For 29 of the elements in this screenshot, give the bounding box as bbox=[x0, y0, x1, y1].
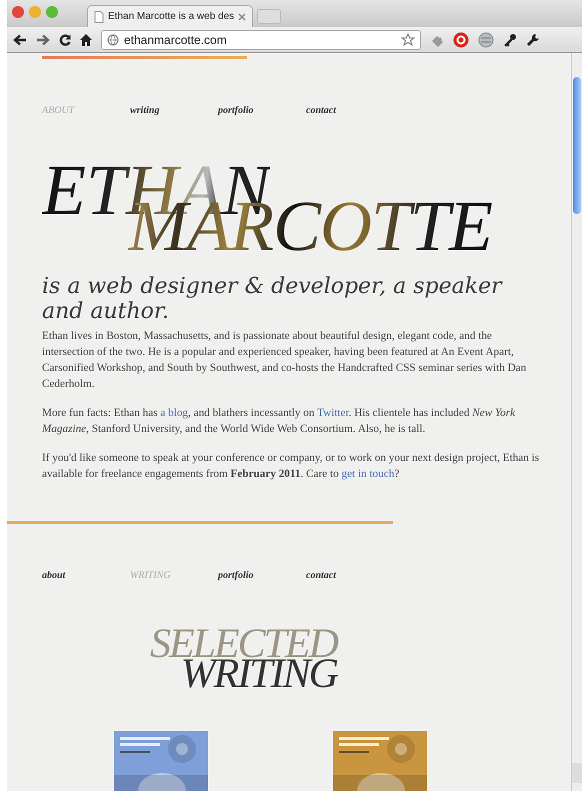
key-icon[interactable] bbox=[503, 32, 517, 47]
nav-link[interactable]: contact bbox=[306, 105, 394, 116]
paragraph: If you'd like someone to speak at your conference or company, or to work on your next design project, Ethan is available for freelance engagements from February 2011. Care to get in touch? bbox=[42, 451, 540, 482]
nav-link[interactable]: contact bbox=[306, 570, 394, 581]
text-link[interactable]: Twitter bbox=[317, 407, 349, 419]
stop-sign-icon[interactable] bbox=[453, 32, 469, 48]
star-icon[interactable] bbox=[401, 32, 415, 47]
browser-tab[interactable]: Ethan Marcotte is a web des bbox=[87, 5, 253, 28]
back-icon[interactable] bbox=[13, 34, 27, 46]
text-link[interactable]: a blog bbox=[160, 407, 188, 419]
nav-link[interactable]: about bbox=[42, 570, 130, 581]
nav-link[interactable]: writing bbox=[130, 105, 218, 116]
wrench-icon[interactable] bbox=[526, 32, 540, 47]
paragraph: Ethan lives in Boston, Massachusetts, and is passionate about beautiful design, elegant code, and the intersection of the two. He is a popular and experienced speaker, having been featured at An Event Apart, Carsonified Workshop, and South by Southwest, and co-hosts the Handcrafted CSS seminar series with Dan Cederholm. bbox=[42, 329, 528, 392]
reload-icon[interactable] bbox=[59, 34, 71, 46]
tagline: is a web designer & developer, a speaker and author. bbox=[42, 274, 504, 324]
page-icon bbox=[94, 10, 104, 23]
paragraph: More fun facts: Ethan has a blog, and blathers incessantly on Twitter. His clientele has included New York Magazine, Stanford University, and the World Wide Web Consortium. Also, he is tall. bbox=[42, 406, 516, 437]
scrollbar[interactable] bbox=[571, 53, 582, 791]
close-icon[interactable] bbox=[238, 12, 246, 21]
globe-icon[interactable] bbox=[478, 32, 494, 48]
nav-link[interactable]: portfolio bbox=[218, 105, 306, 116]
home-icon[interactable] bbox=[80, 34, 92, 46]
text-link[interactable]: get in touch bbox=[341, 468, 394, 480]
address-bar[interactable]: ethanmarcotte.com bbox=[101, 30, 421, 50]
forward-icon[interactable] bbox=[36, 34, 50, 46]
nav-link[interactable]: portfolio bbox=[218, 570, 306, 581]
globe-icon bbox=[107, 34, 119, 46]
close-window-button[interactable] bbox=[12, 6, 24, 18]
